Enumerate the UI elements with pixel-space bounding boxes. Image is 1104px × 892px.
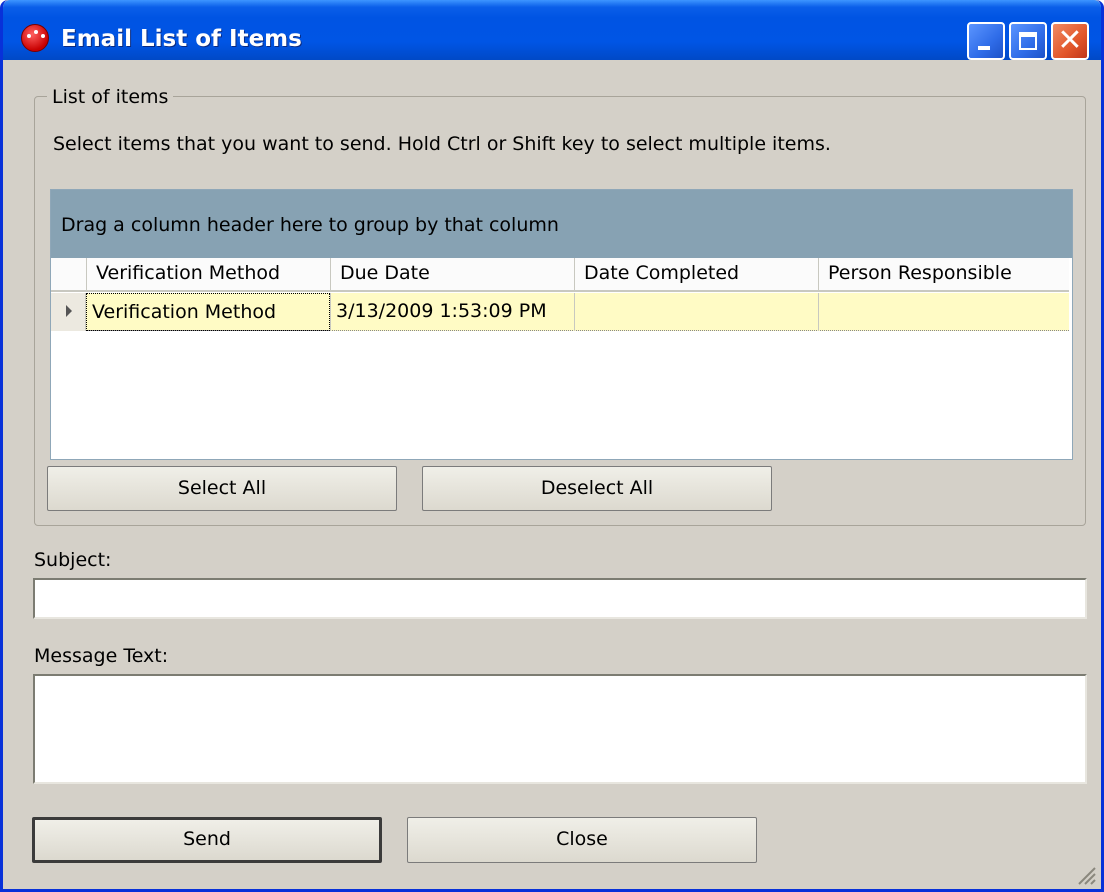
close-button[interactable]: Close: [407, 817, 757, 863]
group-legend: List of items: [47, 86, 174, 108]
app-logo-icon: [21, 24, 49, 52]
minimize-button[interactable]: [967, 22, 1005, 60]
column-headers: Verification Method Due Date Date Comple…: [51, 258, 1069, 292]
subject-label: Subject:: [34, 549, 112, 571]
column-header-date-completed[interactable]: Date Completed: [574, 258, 818, 290]
maximize-icon: [1019, 32, 1037, 50]
title-bar[interactable]: Email List of Items ✕: [3, 0, 1101, 60]
maximize-button[interactable]: [1009, 22, 1047, 60]
subject-input[interactable]: [33, 578, 1087, 619]
group-by-panel[interactable]: Drag a column header here to group by th…: [51, 190, 1072, 258]
items-grid[interactable]: Drag a column header here to group by th…: [50, 189, 1073, 460]
cell-due-date[interactable]: 3/13/2009 1:53:09 PM: [330, 293, 574, 331]
resize-grip-icon[interactable]: [1073, 862, 1097, 886]
column-header-verification-method[interactable]: Verification Method: [86, 258, 330, 290]
row-selector[interactable]: [51, 293, 86, 331]
column-header-person-responsible[interactable]: Person Responsible: [818, 258, 1069, 290]
group-by-hint: Drag a column header here to group by th…: [61, 214, 559, 236]
cell-person-responsible[interactable]: [818, 293, 1069, 331]
minimize-icon: [978, 46, 990, 50]
cell-date-completed[interactable]: [574, 293, 818, 331]
message-text-label: Message Text:: [34, 645, 169, 667]
message-text-area[interactable]: [33, 674, 1087, 784]
header-row-indicator: [51, 258, 86, 290]
cell-verification-method[interactable]: Verification Method: [86, 293, 330, 331]
send-button[interactable]: Send: [32, 817, 382, 863]
close-window-button[interactable]: ✕: [1051, 22, 1089, 60]
select-all-button[interactable]: Select All: [47, 466, 397, 511]
window-title: Email List of Items: [61, 26, 302, 52]
instructions-text: Select items that you want to send. Hold…: [53, 133, 831, 155]
current-row-arrow-icon: [66, 305, 72, 317]
deselect-all-button[interactable]: Deselect All: [422, 466, 772, 511]
close-icon: ✕: [1057, 23, 1083, 58]
email-list-dialog: Email List of Items ✕ List of items Sele…: [0, 0, 1104, 892]
column-header-due-date[interactable]: Due Date: [330, 258, 574, 290]
